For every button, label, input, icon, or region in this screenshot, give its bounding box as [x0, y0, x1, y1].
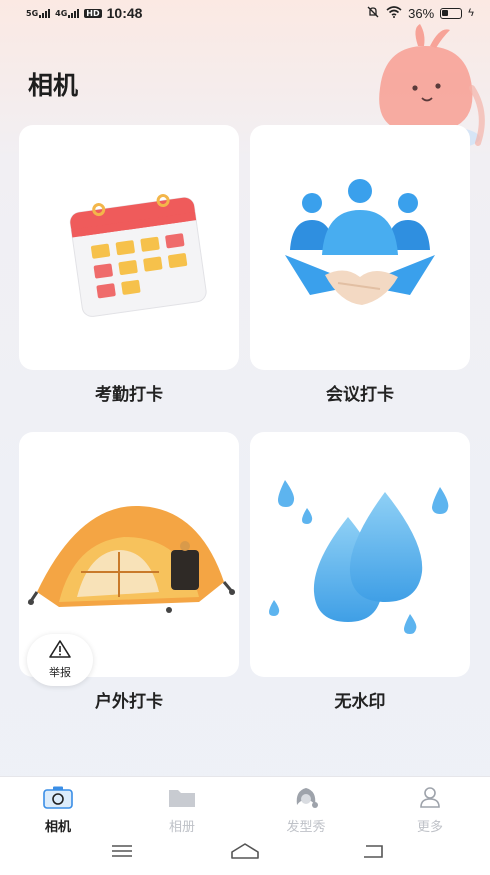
tab-album[interactable]: 相册: [142, 785, 222, 835]
calendar-icon: [69, 194, 207, 317]
menu-key-icon[interactable]: [110, 842, 134, 864]
tab-album-label: 相册: [168, 820, 195, 835]
card-no-watermark-label: 无水印: [334, 692, 386, 712]
sim1-label: 5G: [26, 8, 39, 18]
card-attendance-label: 考勤打卡: [95, 385, 163, 405]
folder-icon: [167, 785, 197, 813]
handshake-meeting-icon: [285, 179, 435, 305]
warning-icon: [49, 640, 71, 662]
system-nav-bar: [0, 838, 490, 868]
card-meeting[interactable]: [250, 125, 470, 370]
battery-icon: [440, 7, 463, 19]
card-no-watermark[interactable]: [250, 432, 470, 677]
status-time: 10:48: [106, 5, 143, 21]
tab-camera-label: 相机: [44, 820, 71, 835]
signal-sim1-icon: 5G: [26, 8, 51, 18]
water-drop-icon: [269, 480, 449, 634]
status-left: 5G 4G HD 10:48: [26, 5, 142, 21]
sim2-label: 4G: [55, 8, 68, 18]
tab-hairstyle[interactable]: 发型秀: [266, 785, 346, 835]
card-outdoor-label: 户外打卡: [95, 692, 163, 712]
report-button[interactable]: 举报: [27, 634, 93, 686]
signal-sim2-icon: 4G: [55, 8, 80, 18]
report-label: 举报: [49, 666, 71, 679]
tab-hairstyle-label: 发型秀: [286, 820, 326, 835]
hd-badge: HD: [84, 8, 102, 18]
card-meeting-label: 会议打卡: [326, 385, 394, 405]
card-attendance[interactable]: [19, 125, 239, 370]
tab-camera[interactable]: 相机: [18, 785, 98, 835]
home-key-icon[interactable]: [230, 842, 260, 864]
tab-more[interactable]: 更多: [390, 785, 470, 835]
person-icon: [415, 785, 445, 813]
page-title: 相机: [28, 71, 79, 100]
back-key-icon[interactable]: [362, 842, 386, 864]
camera-icon: [42, 785, 74, 813]
tab-more-label: 更多: [416, 820, 443, 835]
hairstyle-icon: [291, 785, 321, 813]
